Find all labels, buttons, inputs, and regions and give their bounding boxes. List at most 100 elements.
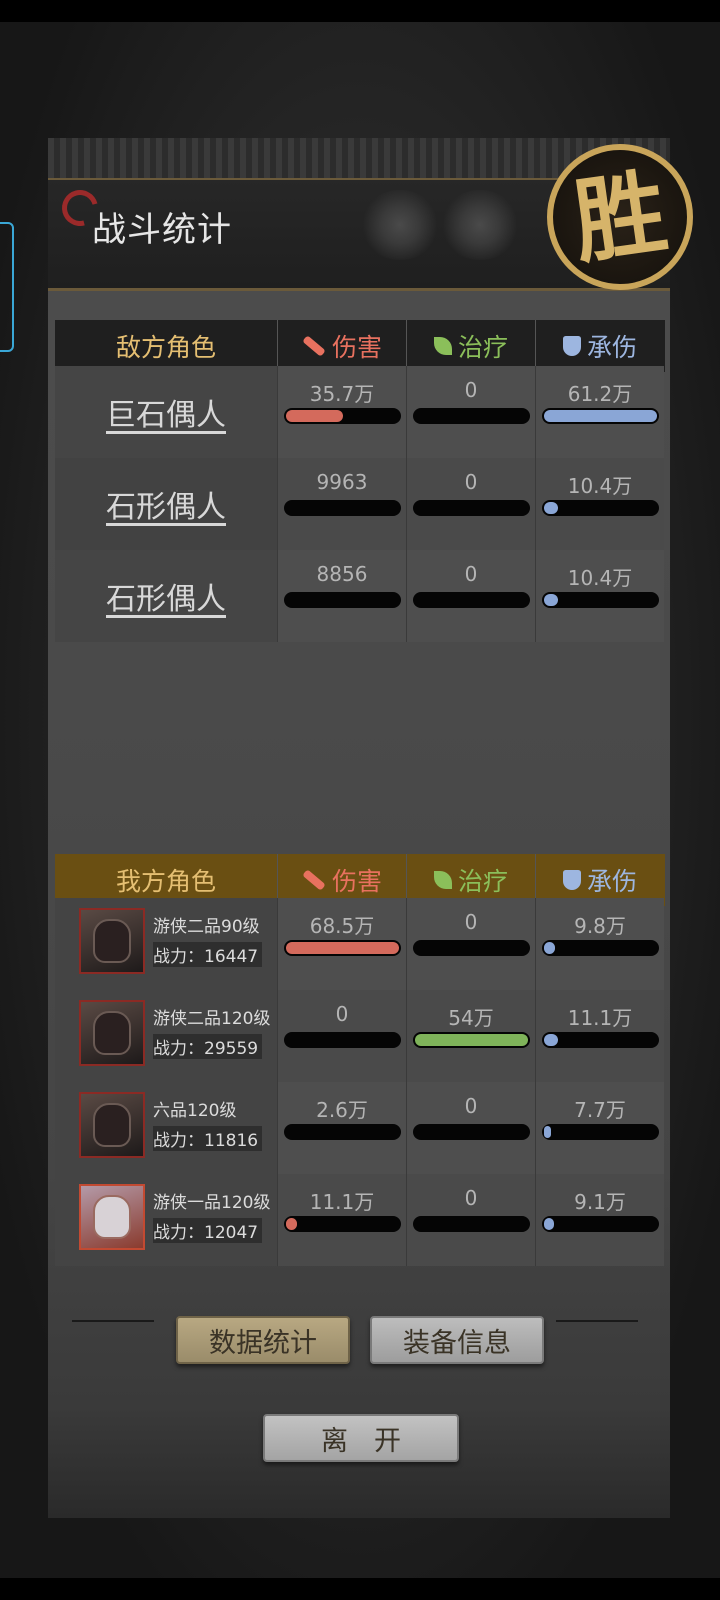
sword-icon: [302, 335, 326, 357]
tank-cell: 10.4万: [535, 458, 664, 550]
damage-bar: [284, 940, 401, 956]
damage-cell: 35.7万: [277, 366, 406, 458]
damage-bar-fill: [286, 942, 399, 954]
tank-bar: [542, 1124, 659, 1140]
heal-cell: 0: [406, 458, 535, 550]
tank-cell: 11.1万: [535, 990, 664, 1082]
heal-value: 0: [464, 378, 478, 402]
enemy-row: 石形偶人 9963 0 10.4万: [55, 458, 665, 550]
tank-cell: 61.2万: [535, 366, 664, 458]
tank-bar: [542, 500, 659, 516]
heal-bar: [413, 1216, 530, 1232]
ally-row: 六品120级 战力：11816 2.6万 0 7.7万: [55, 1082, 665, 1174]
enemy-row: 巨石偶人 35.7万 0 61.2万: [55, 366, 665, 458]
damage-value: 2.6万: [316, 1098, 368, 1122]
character-power: 战力：16447: [153, 942, 263, 967]
shield-icon: [562, 336, 581, 356]
tank-bar: [542, 1032, 659, 1048]
portrait-icon: [93, 919, 131, 963]
heal-cell: 0: [406, 550, 535, 642]
avatar[interactable]: [79, 1000, 145, 1066]
damage-value: 35.7万: [309, 382, 375, 406]
heal-value: 54万: [448, 1006, 494, 1030]
status-bar: [0, 0, 720, 22]
portrait-icon: [93, 1011, 131, 1055]
tank-bar-fill: [544, 594, 558, 606]
tank-cell: 9.1万: [535, 1174, 664, 1266]
leave-button[interactable]: 离开: [263, 1414, 459, 1462]
character-power: 战力：11816: [153, 1126, 263, 1151]
damage-value: 9963: [316, 470, 368, 494]
tank-value: 10.4万: [567, 474, 633, 498]
damage-value: 68.5万: [309, 914, 375, 938]
heal-bar-fill: [415, 1034, 528, 1046]
heal-cell: 0: [406, 366, 535, 458]
enemy-name-link[interactable]: 石形偶人: [55, 550, 277, 642]
tank-bar-fill: [544, 502, 558, 514]
damage-bar-fill: [286, 410, 343, 422]
enemy-name-link[interactable]: 石形偶人: [55, 458, 277, 550]
victory-glyph: 胜: [566, 157, 674, 277]
enemy-table-header: 敌方角色 伤害 治疗 承伤: [55, 320, 665, 372]
tank-value: 9.8万: [574, 914, 626, 938]
heal-value: 0: [464, 1186, 478, 1210]
heal-cell: 0: [406, 1174, 535, 1266]
enemy-name-link[interactable]: 巨石偶人: [55, 366, 277, 458]
enemy-row: 石形偶人 8856 0 10.4万: [55, 550, 665, 642]
damage-bar: [284, 500, 401, 516]
tank-bar-fill: [544, 1034, 558, 1046]
tank-bar: [542, 592, 659, 608]
heal-column-header: 治疗: [406, 320, 535, 372]
damage-bar: [284, 408, 401, 424]
heal-value: 0: [464, 1094, 478, 1118]
heal-cell: 0: [406, 1082, 535, 1174]
avatar[interactable]: [79, 1092, 145, 1158]
heal-bar: [413, 1032, 530, 1048]
damage-cell: 8856: [277, 550, 406, 642]
heal-cell: 54万: [406, 990, 535, 1082]
leaf-icon: [433, 871, 452, 889]
page-title: 战斗统计: [92, 210, 232, 250]
heal-bar: [413, 940, 530, 956]
heal-bar: [413, 408, 530, 424]
avatar[interactable]: [79, 908, 145, 974]
tank-value: 9.1万: [574, 1190, 626, 1214]
ally-row: 游侠二品120级 战力：29559 0 54万 11.1万: [55, 990, 665, 1082]
character-power: 战力：29559: [153, 1034, 263, 1059]
damage-value: 11.1万: [309, 1190, 375, 1214]
ally-character[interactable]: 游侠二品120级 战力：29559: [55, 990, 277, 1082]
damage-column-header: 伤害: [277, 320, 406, 372]
enemy-column-header: 敌方角色: [115, 333, 216, 362]
tank-bar: [542, 940, 659, 956]
side-tab-handle[interactable]: [0, 222, 14, 352]
tank-bar-fill: [544, 1126, 551, 1138]
tank-column-header: 承伤: [535, 320, 664, 372]
damage-cell: 2.6万: [277, 1082, 406, 1174]
nav-bar: [0, 1578, 720, 1600]
portrait-icon: [93, 1195, 131, 1239]
damage-cell: 9963: [277, 458, 406, 550]
data-stats-button[interactable]: 数据统计: [176, 1316, 350, 1364]
character-power: 战力：12047: [153, 1218, 263, 1243]
damage-value: 0: [335, 1002, 349, 1026]
ally-character[interactable]: 六品120级 战力：11816: [55, 1082, 277, 1174]
damage-cell: 0: [277, 990, 406, 1082]
tank-bar-fill: [544, 942, 556, 954]
ally-character[interactable]: 游侠一品120级战力：12047: [55, 1174, 277, 1266]
tank-cell: 9.8万: [535, 898, 664, 990]
sword-icon: [302, 869, 326, 891]
heal-value: 0: [464, 470, 478, 494]
tank-bar: [542, 408, 659, 424]
heal-bar: [413, 592, 530, 608]
ally-character[interactable]: 游侠二品90级 战力：16447: [55, 898, 277, 990]
shield-icon: [562, 870, 581, 890]
character-rank: 游侠一品120级: [153, 1193, 271, 1213]
tank-value: 7.7万: [574, 1098, 626, 1122]
heal-bar: [413, 1124, 530, 1140]
damage-bar: [284, 1124, 401, 1140]
heal-bar: [413, 500, 530, 516]
damage-bar: [284, 1216, 401, 1232]
avatar[interactable]: [79, 1184, 145, 1250]
equipment-info-button[interactable]: 装备信息: [370, 1316, 544, 1364]
ally-row: 游侠一品120级战力：12047 11.1万 0 9.1万: [55, 1174, 665, 1266]
